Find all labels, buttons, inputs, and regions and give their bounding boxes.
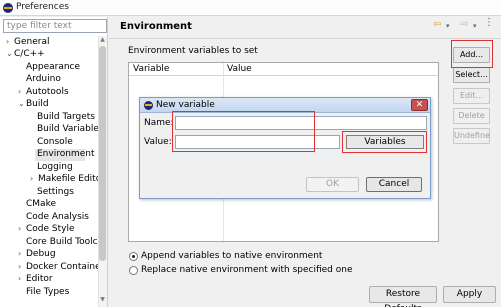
- table-header: [129, 63, 438, 76]
- tree-item-editor[interactable]: › Editor: [18, 274, 53, 286]
- tree-item-label: General: [14, 37, 50, 47]
- tree-item-label: Code Style: [26, 224, 75, 234]
- name-label: Name:: [144, 118, 174, 128]
- tree-item-code-analysis[interactable]: Code Analysis: [26, 212, 89, 224]
- tree-item-label: Code Analysis: [26, 212, 89, 222]
- tree-item-label: Makefile Editor: [38, 174, 105, 184]
- tree-scrollbar-thumb[interactable]: [99, 46, 106, 261]
- undefine-button[interactable]: Undefine: [453, 128, 490, 144]
- tree-item-label: Build Variables: [37, 124, 104, 134]
- tree-item-label: Debug: [26, 249, 56, 259]
- tree-item-label: File Types: [26, 287, 70, 297]
- tree-item-general[interactable]: › General: [6, 37, 49, 49]
- variables-button[interactable]: Variables: [346, 135, 424, 149]
- add-button[interactable]: Add...: [453, 47, 490, 63]
- replace-option-label[interactable]: Replace native environment with specifie…: [141, 265, 352, 275]
- view-menu-icon[interactable]: ⋮: [484, 17, 494, 28]
- forward-menu-chevron-down-icon[interactable]: ▾: [473, 22, 477, 30]
- tree-item-logging[interactable]: Logging: [37, 162, 73, 174]
- header-divider: [109, 38, 501, 39]
- tree-item-label: Settings: [37, 187, 74, 197]
- scroll-up-icon[interactable]: ▲: [98, 36, 107, 44]
- env-section-label: Environment variables to set: [128, 46, 258, 56]
- tree-item-label: Environment: [37, 149, 95, 159]
- tree-item-arduino[interactable]: Arduino: [26, 74, 61, 86]
- value-label: Value:: [144, 137, 172, 147]
- chevron-right-icon[interactable]: ›: [18, 262, 26, 271]
- name-field[interactable]: [175, 116, 427, 130]
- column-header-variable[interactable]: Variable: [133, 64, 169, 74]
- close-icon[interactable]: ✕: [411, 99, 428, 111]
- page-title: Environment: [120, 21, 192, 32]
- tree-item-label: Core Build Toolcha: [26, 237, 98, 247]
- tree-item-makefile-editor[interactable]: › Makefile Editor: [30, 174, 105, 186]
- filter-input[interactable]: [3, 19, 107, 33]
- window-titlebar: [0, 0, 501, 16]
- chevron-down-icon[interactable]: ⌄: [18, 99, 26, 108]
- select-button[interactable]: Select...: [453, 67, 490, 83]
- eclipse-dialog-icon: [144, 101, 153, 110]
- tree-item-environment[interactable]: Environment: [35, 149, 94, 161]
- tree-item-label: Console: [37, 137, 73, 147]
- chevron-right-icon[interactable]: ›: [18, 274, 26, 283]
- tree-item-settings[interactable]: Settings: [37, 187, 74, 199]
- tree-item-appearance[interactable]: Appearance: [26, 62, 80, 74]
- edit-button[interactable]: Edit...: [453, 88, 490, 104]
- tree-item-docker-container[interactable]: › Docker Container: [18, 262, 104, 274]
- chevron-right-icon[interactable]: ›: [18, 224, 26, 233]
- window-title: Preferences: [16, 2, 69, 12]
- tree-item-console[interactable]: Console: [37, 137, 73, 149]
- tree-item-core-build-toolchains[interactable]: Core Build Toolcha: [26, 237, 98, 249]
- tree-item-build-variables[interactable]: Build Variables: [37, 124, 104, 136]
- tree-item-debug[interactable]: › Debug: [18, 249, 56, 261]
- tree-item-label: Build Targets: [37, 112, 95, 122]
- tree-item-label: CMake: [26, 199, 56, 209]
- column-header-value[interactable]: Value: [227, 64, 252, 74]
- replace-radio[interactable]: [129, 266, 138, 275]
- chevron-down-icon[interactable]: ⌄: [6, 49, 14, 58]
- chevron-right-icon[interactable]: ›: [18, 87, 26, 96]
- back-arrow-icon[interactable]: ⇦: [433, 19, 441, 30]
- tree-item-label: Build: [26, 99, 49, 109]
- append-radio[interactable]: [129, 252, 138, 261]
- tree-item-label: Appearance: [26, 62, 81, 72]
- eclipse-app-icon: [3, 3, 13, 13]
- tree-item-label: Editor: [26, 274, 53, 284]
- chevron-right-icon[interactable]: ›: [6, 37, 14, 46]
- tree-item-label: Docker Container: [26, 262, 105, 272]
- tree-item-label: Autotools: [26, 87, 69, 97]
- ok-button[interactable]: OK: [306, 177, 359, 192]
- tree-item-code-style[interactable]: › Code Style: [18, 224, 75, 236]
- scroll-down-icon[interactable]: ▼: [98, 296, 107, 304]
- restore-defaults-button[interactable]: Restore Defaults: [369, 286, 437, 307]
- tree-item-c-cpp[interactable]: ⌄C/C++: [6, 49, 45, 61]
- back-menu-chevron-down-icon[interactable]: ▾: [446, 22, 450, 30]
- chevron-right-icon[interactable]: ›: [30, 174, 38, 183]
- tree-item-label: Arduino: [26, 74, 61, 84]
- delete-button[interactable]: Delete: [453, 108, 490, 124]
- dialog-title: New variable: [156, 100, 215, 110]
- apply-button[interactable]: Apply: [443, 286, 496, 303]
- forward-arrow-icon[interactable]: ⇨: [460, 19, 468, 30]
- tree-item-label: Logging: [37, 162, 73, 172]
- cancel-button[interactable]: Cancel: [366, 177, 422, 192]
- tree-item-build-targets[interactable]: Build Targets: [37, 112, 95, 124]
- tree-item-autotools[interactable]: › Autotools: [18, 87, 69, 99]
- tree-item-build[interactable]: ⌄Build: [18, 99, 49, 111]
- tree-item-file-types[interactable]: File Types: [26, 287, 69, 299]
- chevron-right-icon[interactable]: ›: [18, 249, 26, 258]
- value-field[interactable]: [175, 135, 340, 149]
- tree-item-cmake[interactable]: CMake: [26, 199, 56, 211]
- append-option-label[interactable]: Append variables to native environment: [141, 251, 322, 261]
- tree-item-label: C/C++: [14, 49, 45, 59]
